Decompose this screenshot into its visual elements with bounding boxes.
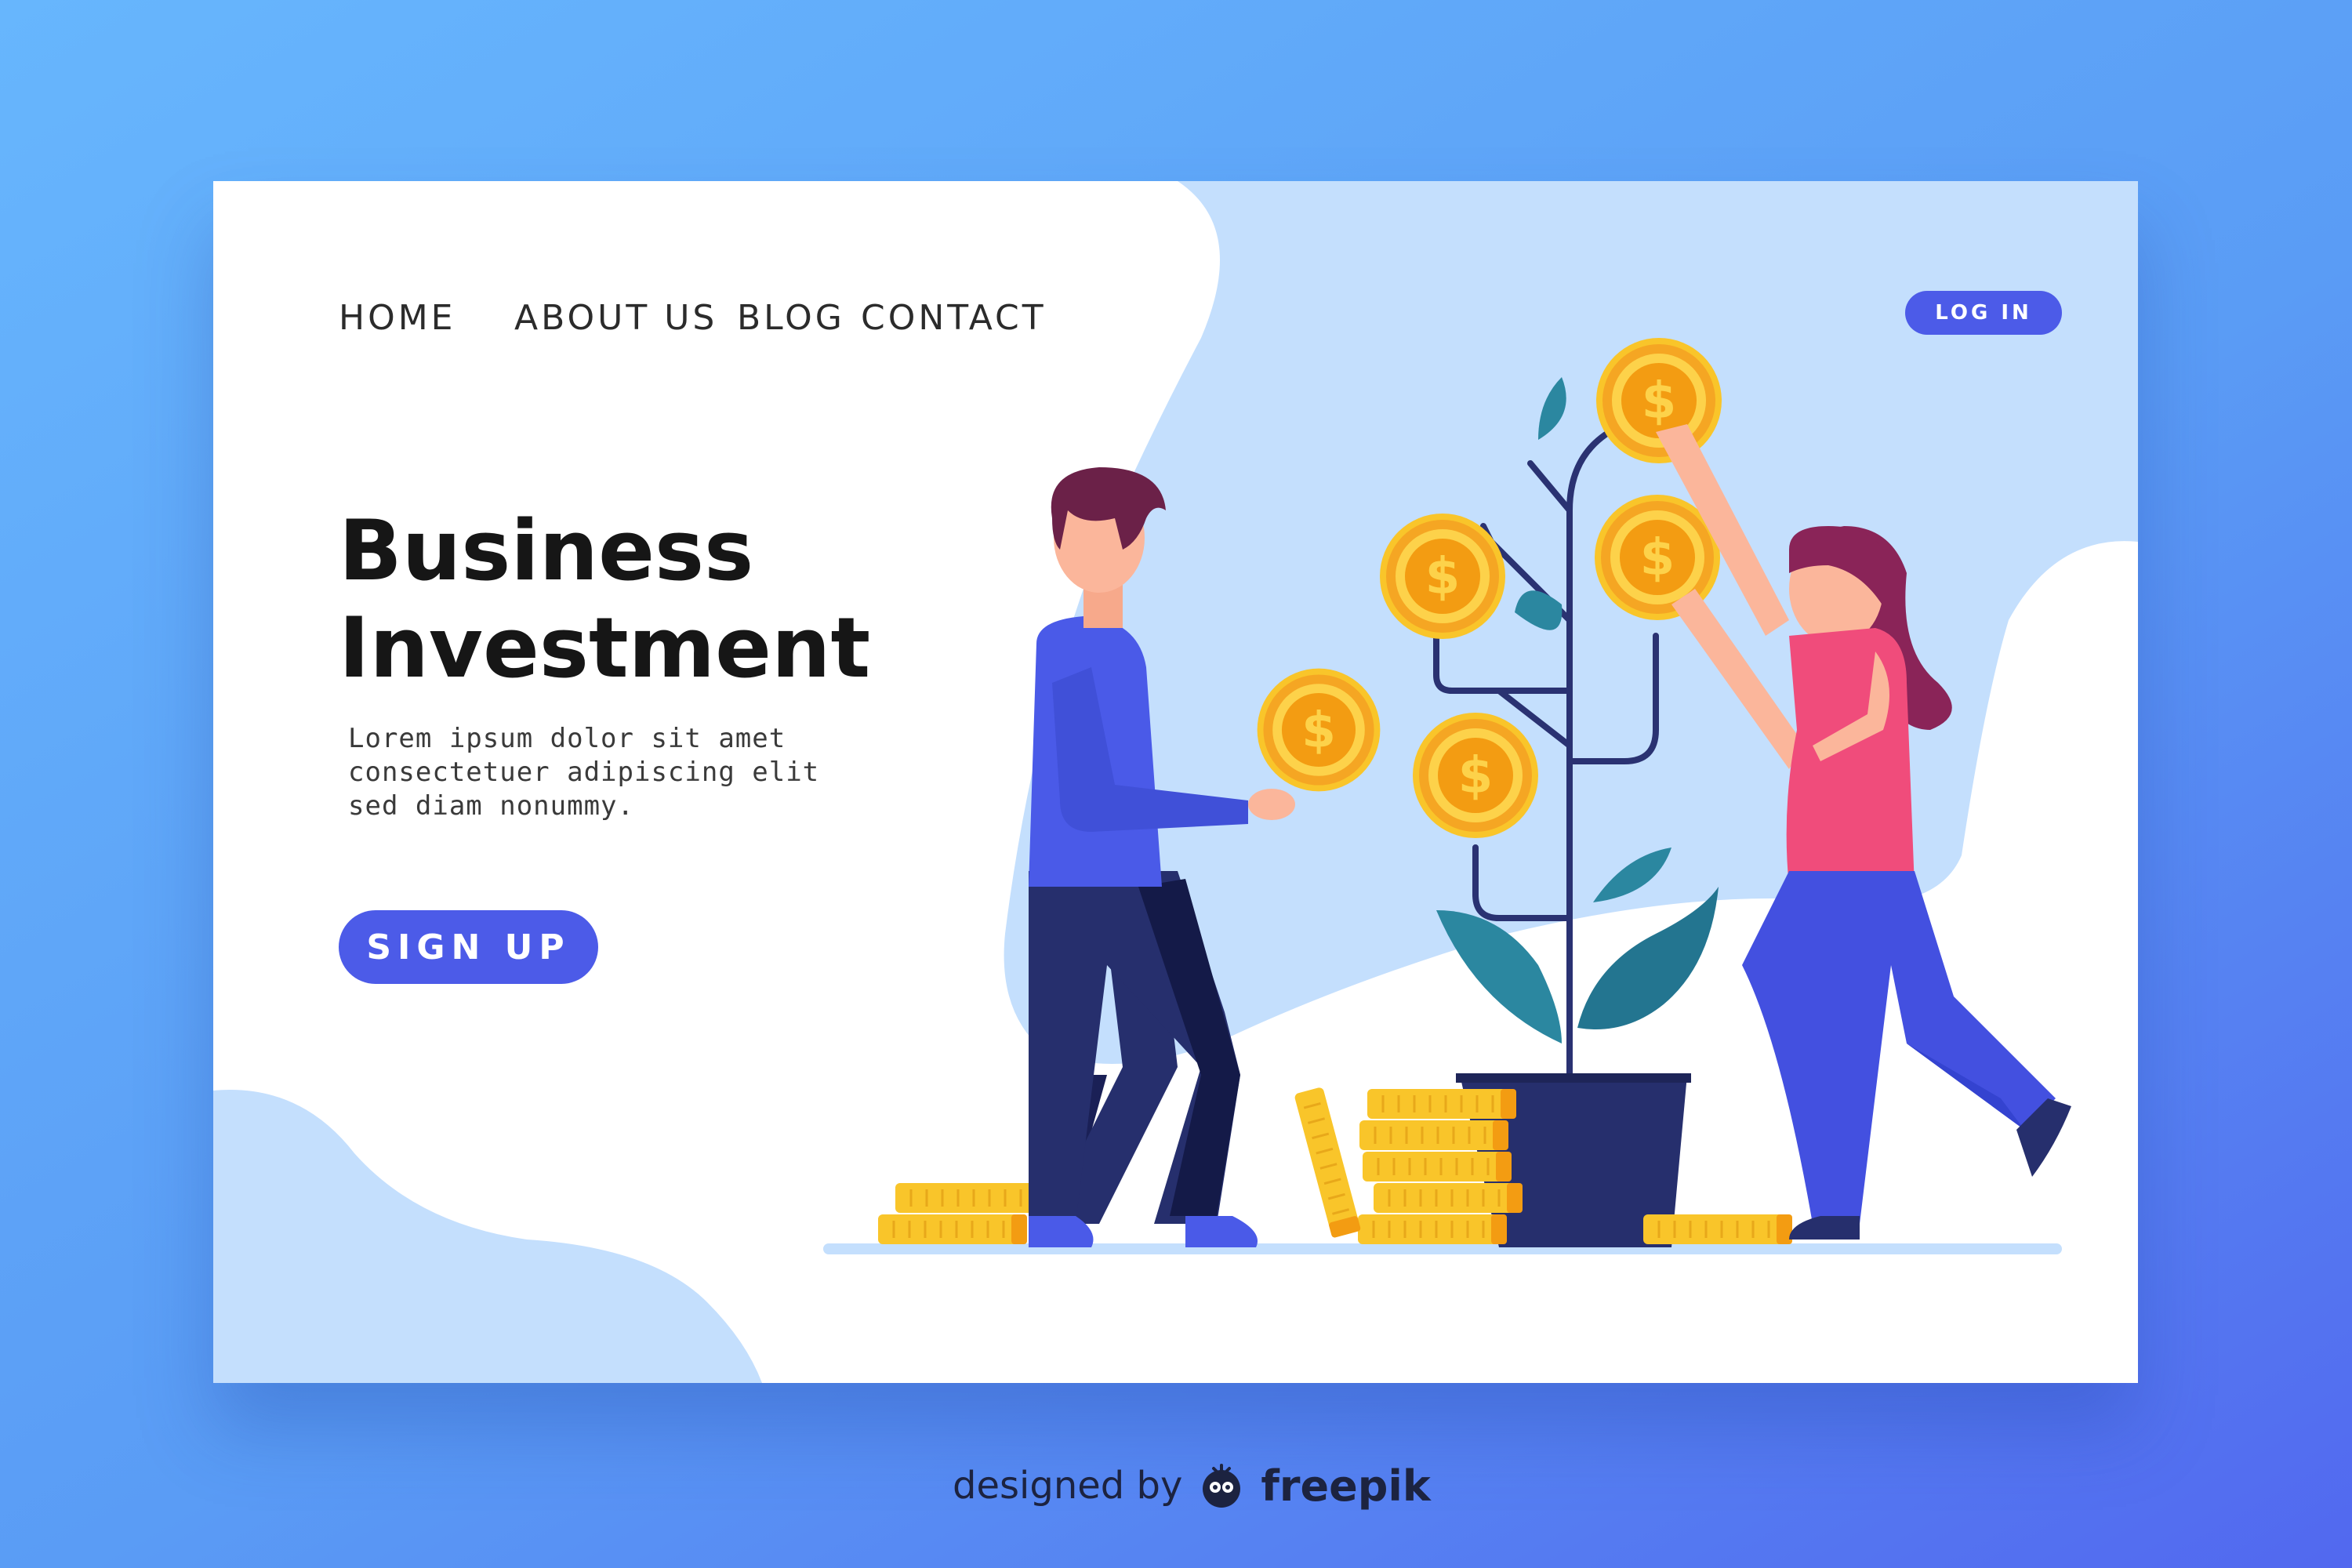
freepik-logo-icon: [1203, 1464, 1241, 1508]
coin-symbol: $: [1458, 747, 1494, 805]
login-button[interactable]: LOG IN: [1905, 291, 2062, 335]
plant-pot-rim: [1456, 1073, 1691, 1083]
credit-brand: freepik: [1261, 1461, 1431, 1511]
coin-symbol: $: [1301, 702, 1336, 759]
tree-coin-left: $: [1380, 514, 1505, 639]
hero-description-line: sed diam nonummy.: [348, 790, 634, 822]
nav-link-about-us[interactable]: ABOUT US: [514, 287, 717, 350]
coin-falling: [1292, 1085, 1363, 1240]
designer-credit: designed by freepik: [953, 1454, 1431, 1517]
tree-coin-low: $: [1413, 713, 1538, 838]
coin-symbol: $: [1640, 529, 1675, 587]
hero-description-line: consectetuer adipiscing elit: [348, 757, 820, 788]
credit-text: designed by: [953, 1464, 1183, 1508]
hero-description-line: Lorem ipsum dolor sit amet: [348, 723, 786, 754]
hero-title: Business Investment: [339, 503, 966, 697]
woman-figure: [1656, 424, 2071, 1240]
coin-symbol: $: [1425, 548, 1461, 606]
hero-title-line-2: Investment: [339, 600, 871, 696]
tree-coin-top: $: [1596, 338, 1722, 463]
coin-stack-center: [1356, 1087, 1524, 1246]
landing-card: $ $ $ $ $ HOME ABOUT US BLOG CONTACT LOG…: [213, 181, 2138, 1383]
hero-title-line-1: Business: [339, 503, 754, 599]
coin-symbol: $: [1642, 372, 1677, 430]
nav-link-blog[interactable]: BLOG: [737, 287, 845, 350]
coin-stack-left: [877, 1181, 1046, 1246]
hero-description: Lorem ipsum dolor sit amet consectetuer …: [348, 722, 897, 823]
nav-link-contact[interactable]: CONTACT: [861, 287, 1047, 350]
ground-line: [823, 1243, 2062, 1254]
nav-link-home[interactable]: HOME: [339, 287, 456, 350]
signup-button[interactable]: SIGN UP: [339, 910, 598, 984]
coin-stack-right: [1642, 1213, 1794, 1246]
